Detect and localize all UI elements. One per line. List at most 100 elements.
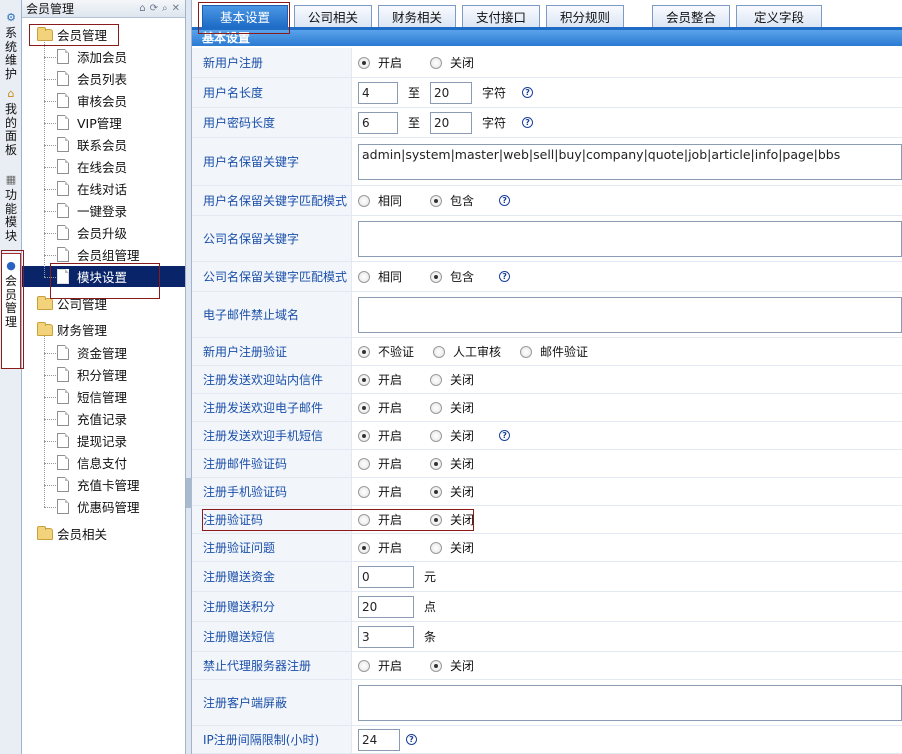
radio-button[interactable] (430, 194, 443, 207)
tree-item[interactable]: 一键登录 (57, 200, 127, 221)
tree-item[interactable]: 在线会员 (57, 156, 127, 177)
company_match_mode-option[interactable]: 相同 (358, 268, 402, 285)
tree-folder-member[interactable]: 会员管理 (37, 24, 107, 45)
welcome_message-option[interactable]: 开启 (358, 371, 402, 388)
tab-points[interactable]: 积分规则 (546, 5, 624, 27)
radio-button[interactable] (430, 485, 443, 498)
tree-item[interactable]: 添加会员 (57, 46, 127, 67)
help-icon[interactable]: ? (499, 195, 511, 206)
tree-item[interactable]: 积分管理 (57, 364, 127, 385)
radio-button[interactable] (520, 345, 533, 358)
tab-finance[interactable]: 财务相关 (378, 5, 456, 27)
radio-button[interactable] (358, 429, 370, 442)
vtab-user[interactable]: ● 会员管理 (1, 253, 21, 369)
tree-item[interactable]: 信息支付 (57, 452, 127, 473)
help-icon[interactable]: ? (522, 117, 534, 128)
radio-button[interactable] (433, 345, 446, 358)
help-icon[interactable]: ? (499, 430, 511, 441)
captcha-option[interactable]: 开启 (358, 511, 402, 528)
gift-money-input[interactable] (358, 565, 414, 588)
email_code-option[interactable]: 开启 (358, 455, 402, 472)
tree-item[interactable]: 资金管理 (57, 342, 127, 363)
gift-sms-input[interactable] (358, 625, 414, 648)
help-icon[interactable]: ? (522, 87, 534, 98)
tree-item[interactable]: 会员组管理 (57, 244, 140, 265)
radio-button[interactable] (358, 485, 370, 498)
mobile_code-option[interactable]: 开启 (358, 483, 402, 500)
radio-button[interactable] (430, 541, 443, 554)
radio-button[interactable] (430, 373, 443, 386)
tab-company[interactable]: 公司相关 (294, 5, 372, 27)
radio-button[interactable] (358, 194, 370, 207)
radio-button[interactable] (358, 541, 370, 554)
radio-button[interactable] (430, 270, 443, 283)
captcha-option[interactable]: 关闭 (430, 511, 474, 528)
radio-button[interactable] (358, 373, 370, 386)
welcome_message-option[interactable]: 关闭 (430, 371, 474, 388)
tree-item[interactable]: VIP管理 (57, 112, 122, 133)
tree-item[interactable]: 提现记录 (57, 430, 127, 451)
password-max-input[interactable] (430, 111, 473, 134)
company-reserved-textarea[interactable] (358, 220, 902, 257)
question-option[interactable]: 关闭 (430, 539, 474, 556)
password-min-input[interactable] (358, 111, 398, 134)
mobile_code-option[interactable]: 关闭 (430, 483, 474, 500)
radio-button[interactable] (358, 270, 370, 283)
reserved-keywords-textarea[interactable] (358, 143, 902, 180)
new_user_register-option[interactable]: 开启 (358, 54, 402, 71)
company_match_mode-option[interactable]: 包含 (430, 268, 474, 285)
ip-interval-input[interactable] (358, 728, 400, 751)
radio-button[interactable] (358, 457, 370, 470)
new_user_verify-option[interactable]: 人工审核 (433, 343, 501, 360)
email-banned-textarea[interactable] (358, 296, 902, 333)
tree-folder-finance[interactable]: 财务管理 (37, 319, 107, 340)
tree-item[interactable]: 审核会员 (57, 90, 127, 111)
tree-item[interactable]: 充值卡管理 (57, 474, 140, 495)
email_code-option[interactable]: 关闭 (430, 455, 474, 472)
tree-item[interactable]: 在线对话 (57, 178, 127, 199)
question-option[interactable]: 开启 (358, 539, 402, 556)
tab-payment[interactable]: 支付接口 (462, 5, 540, 27)
tree-item[interactable]: 联系会员 (57, 134, 127, 155)
radio-button[interactable] (430, 56, 443, 69)
tree-item[interactable]: 会员列表 (57, 68, 127, 89)
tree-folder-company[interactable]: 公司管理 (37, 293, 107, 314)
new_user_register-option[interactable]: 关闭 (430, 54, 474, 71)
pin-icon[interactable]: ⌂ (139, 3, 145, 14)
tree-item[interactable]: 短信管理 (57, 386, 127, 407)
username-max-input[interactable] (430, 81, 473, 104)
tab-fields[interactable]: 定义字段 (736, 5, 822, 27)
reserved_match_mode-option[interactable]: 相同 (358, 192, 402, 209)
help-icon[interactable]: ? (406, 734, 417, 745)
radio-button[interactable] (430, 457, 443, 470)
search-icon[interactable]: ⌕ (162, 3, 168, 14)
vtab-system[interactable]: ⚙ 系统维护 (1, 10, 21, 81)
tab-integration[interactable]: 会员整合 (652, 5, 730, 27)
proxy_ban-option[interactable]: 开启 (358, 657, 402, 674)
new_user_verify-option[interactable]: 邮件验证 (520, 343, 588, 360)
radio-button[interactable] (358, 513, 370, 526)
tree-item[interactable]: 优惠码管理 (57, 496, 140, 517)
radio-button[interactable] (430, 429, 443, 442)
reserved_match_mode-option[interactable]: 包含 (430, 192, 474, 209)
welcome_email-option[interactable]: 开启 (358, 399, 402, 416)
radio-button[interactable] (358, 345, 370, 358)
radio-button[interactable] (358, 659, 370, 672)
client-block-textarea[interactable] (358, 684, 902, 721)
refresh-icon[interactable]: ⟳ (150, 3, 158, 14)
close-icon[interactable]: ✕ (172, 3, 180, 14)
welcome_email-option[interactable]: 关闭 (430, 399, 474, 416)
welcome_sms-option[interactable]: 关闭 (430, 427, 474, 444)
new_user_verify-option[interactable]: 不验证 (358, 343, 414, 360)
radio-button[interactable] (358, 56, 370, 69)
welcome_sms-option[interactable]: 开启 (358, 427, 402, 444)
tree-folder-related[interactable]: 会员相关 (37, 523, 107, 544)
gift-points-input[interactable] (358, 595, 414, 618)
radio-button[interactable] (430, 659, 443, 672)
vtab-home[interactable]: ⌂ 我的面板 (1, 86, 21, 157)
radio-button[interactable] (430, 513, 443, 526)
proxy_ban-option[interactable]: 关闭 (430, 657, 474, 674)
tree-item[interactable]: 会员升级 (57, 222, 127, 243)
radio-button[interactable] (430, 401, 443, 414)
radio-button[interactable] (358, 401, 370, 414)
